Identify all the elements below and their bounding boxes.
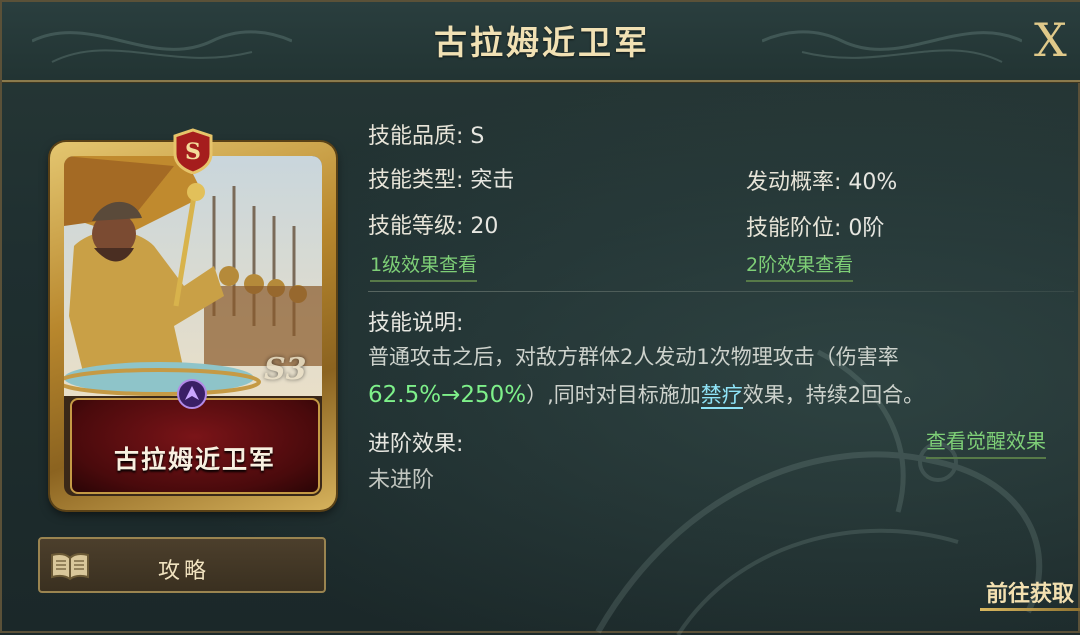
description-text-2: ）,同时对目标施加 <box>526 383 701 407</box>
awaken-effects-link[interactable]: 查看觉醒效果 <box>926 425 1046 459</box>
quality-label: 技能品质: <box>368 124 464 149</box>
tier-label: 技能阶位: <box>746 216 842 241</box>
level-label: 技能等级: <box>368 214 464 239</box>
skill-detail-panel: 古拉姆近卫军 X 古拉姆近卫军 S S3 攻略 技能品质: S 技能类型: 突击… <box>0 0 1080 635</box>
quality-row: 技能品质: S <box>368 118 484 150</box>
grade-badge-text: S <box>185 139 201 165</box>
tier2-effects-link[interactable]: 2阶效果查看 <box>746 250 854 282</box>
advancement-label: 进阶效果: <box>368 432 464 457</box>
chance-value: 40% <box>848 170 898 195</box>
section-divider <box>368 291 1074 292</box>
chance-label: 发动概率: <box>746 170 842 195</box>
card-name: 古拉姆近卫军 <box>113 445 276 474</box>
skill-card: 古拉姆近卫军 <box>50 142 336 510</box>
advancement-value: 未进阶 <box>368 468 435 493</box>
go-obtain-label: 前往获取 <box>986 582 1075 607</box>
header-ornament-right <box>762 30 1022 63</box>
description-text-3: 效果，持续2回合。 <box>742 383 925 407</box>
level1-effects-link[interactable]: 1级效果查看 <box>370 250 478 282</box>
chance-row: 发动概率: 40% <box>746 164 897 196</box>
skill-description: 普通攻击之后，对敌方群体2人发动1次物理攻击（伤害率 62.5%→250%）,同时… <box>368 338 1068 414</box>
go-obtain-underline <box>980 608 1080 611</box>
grade-badge-icon: S <box>173 128 213 174</box>
guide-button-label: 攻略 <box>157 559 210 584</box>
faction-emblem-icon <box>177 379 207 409</box>
card-frame: 古拉姆近卫军 <box>64 156 322 496</box>
season-mark: S3 <box>264 352 307 387</box>
go-obtain-button[interactable]: 前往获取 <box>972 568 1080 612</box>
level-row: 技能等级: 20 <box>368 208 498 240</box>
level-value: 20 <box>470 214 499 239</box>
damage-rate: 62.5%→250% <box>368 382 527 408</box>
header-bar: 古拉姆近卫军 X <box>2 2 1080 82</box>
card-name-plaque: 古拉姆近卫军 <box>70 398 320 494</box>
header-ornament-left <box>32 30 292 63</box>
close-button[interactable]: X <box>1034 12 1080 68</box>
description-text-1: 普通攻击之后，对敌方群体2人发动1次物理攻击（伤害率 <box>368 345 899 369</box>
type-value: 突击 <box>470 168 515 193</box>
tier-row: 技能阶位: 0阶 <box>746 210 884 242</box>
description-label: 技能说明: <box>368 311 464 336</box>
quality-value: S <box>470 124 485 149</box>
type-row: 技能类型: 突击 <box>368 162 514 194</box>
type-label: 技能类型: <box>368 168 464 193</box>
guide-button[interactable]: 攻略 <box>38 537 326 593</box>
keyword-heal-block[interactable]: 禁疗 <box>700 383 743 409</box>
page-title: 古拉姆近卫军 <box>434 23 650 62</box>
tier-value: 0阶 <box>848 216 885 241</box>
